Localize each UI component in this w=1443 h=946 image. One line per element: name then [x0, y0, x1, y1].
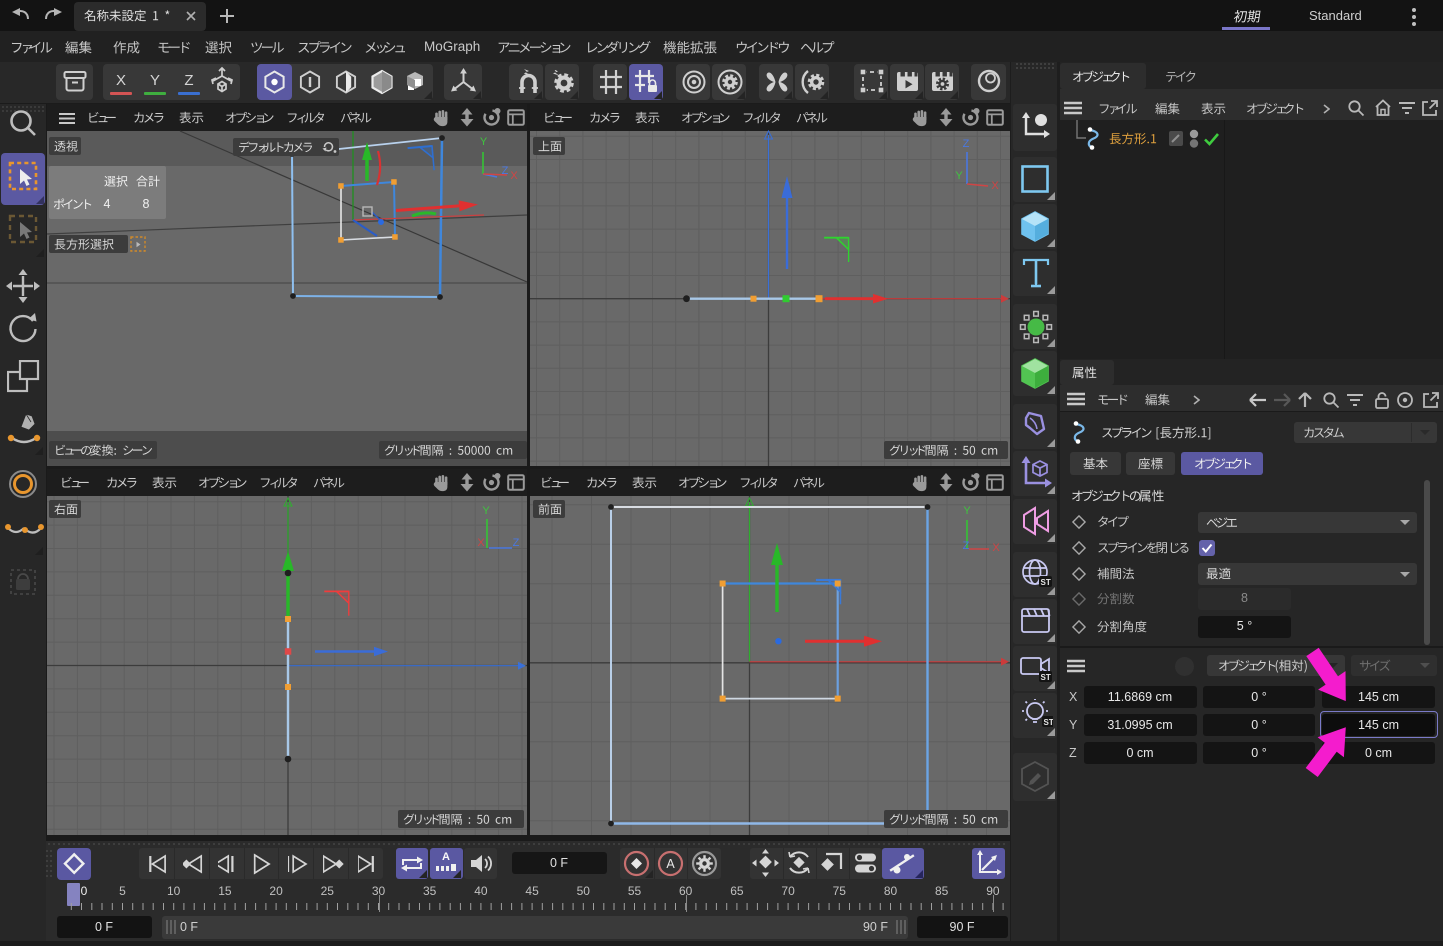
svg-text:ST: ST: [1041, 673, 1051, 682]
svg-text:ST: ST: [1044, 718, 1054, 727]
svg-text:A: A: [666, 857, 675, 871]
svg-text:ST: ST: [1041, 578, 1051, 587]
